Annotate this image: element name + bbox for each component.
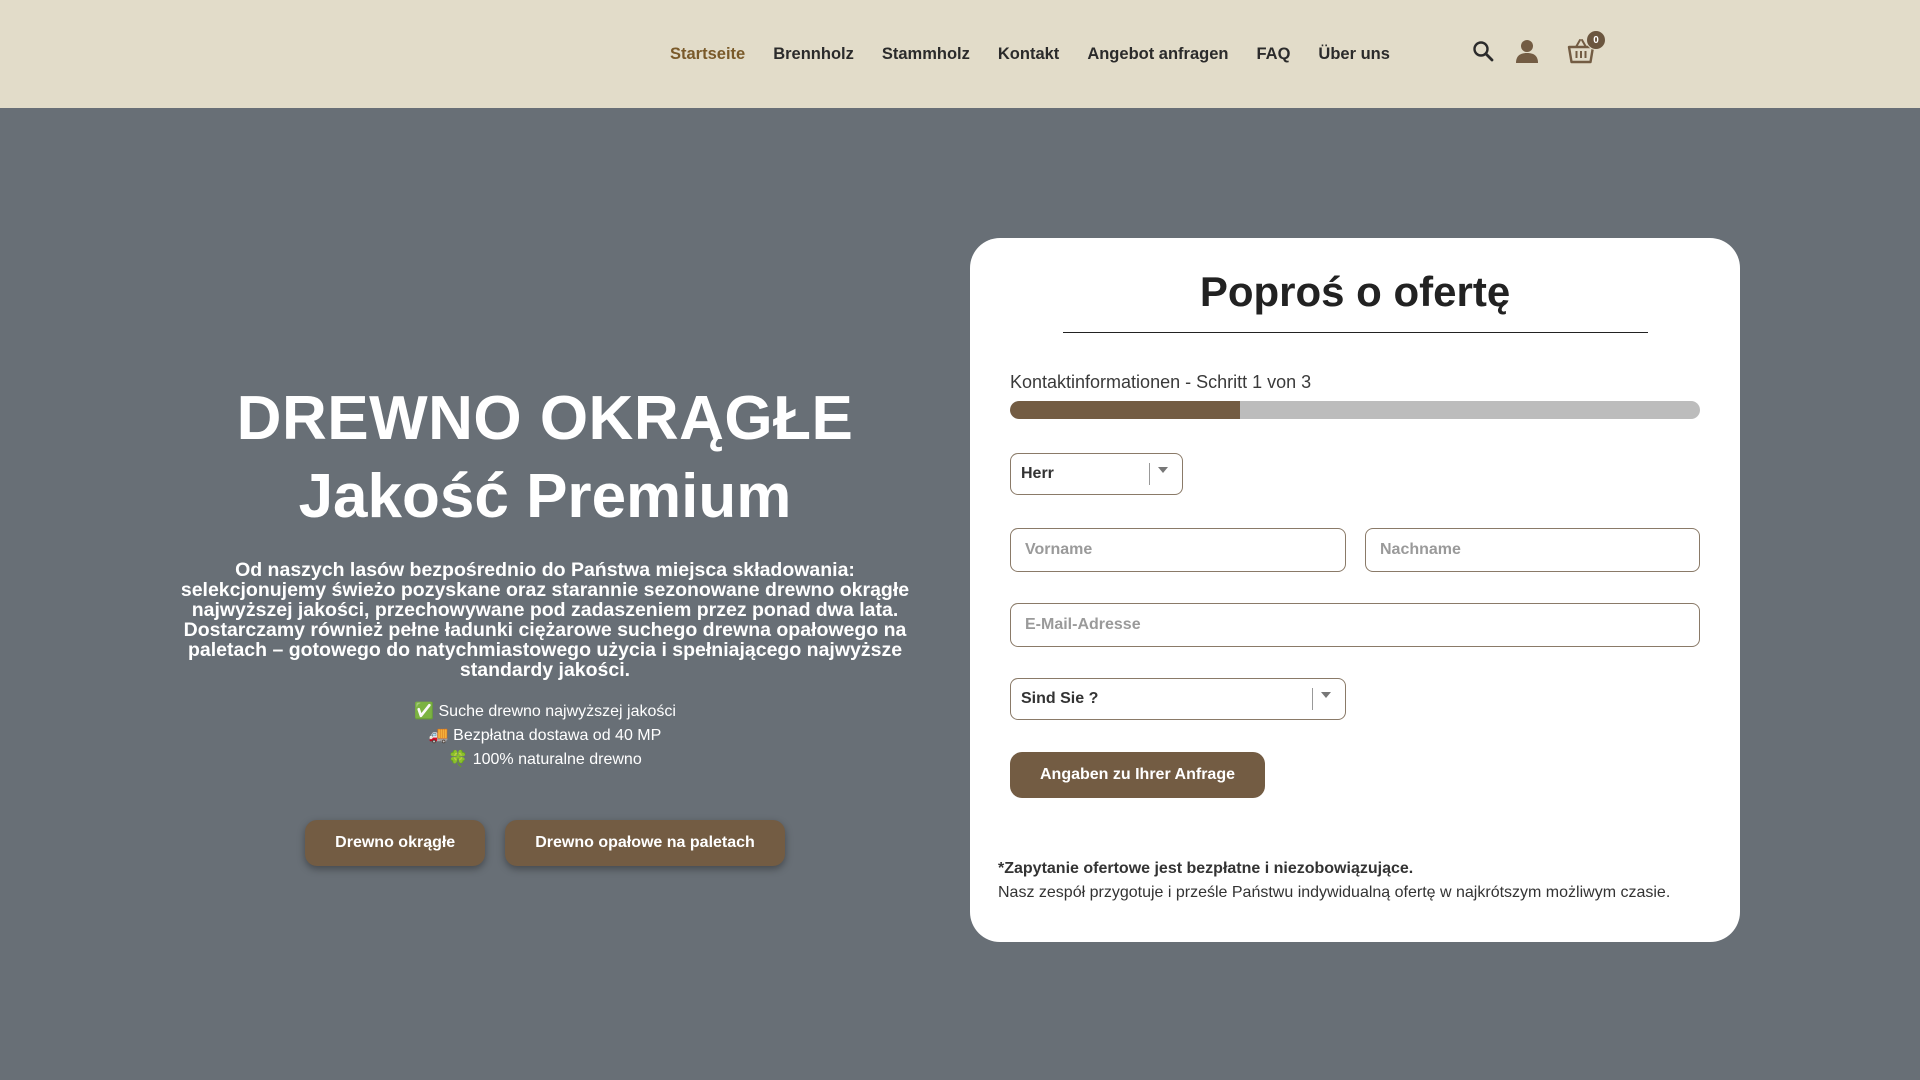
salutation-value: Herr [1021, 465, 1054, 482]
chevron-down-icon [1158, 467, 1168, 473]
nav-item-angebot-anfragen[interactable]: Angebot anfragen [1087, 45, 1228, 64]
free-quote-note: *Zapytanie ofertowe jest bezpłatne i nie… [998, 860, 1414, 877]
hero-buttons: Drewno okrągłe Drewno opałowe na paletac… [160, 820, 930, 866]
feature-item: ✅ Suche drewno najwyższej jakości [160, 700, 930, 724]
lastname-field[interactable] [1365, 528, 1700, 572]
hero-title: DREWNO OKRĄGŁE [236, 384, 854, 453]
customer-type-value: Sind Sie ? [1021, 690, 1099, 707]
hero-section: DREWNO OKRĄGŁE Jakość Premium Od naszych… [160, 380, 930, 866]
step-label: Kontaktinformationen - Schritt 1 von 3 [1010, 372, 1312, 392]
nav-item-stammholz[interactable]: Stammholz [882, 45, 970, 64]
progress-fill [1010, 401, 1240, 419]
nav-item-startseite[interactable]: Startseite [670, 45, 745, 64]
cart-button[interactable]: 0 [1566, 30, 1606, 66]
form-title: Poproś o ofertę [1199, 268, 1511, 315]
next-step-button[interactable]: Angaben zu Ihrer Anfrage [1010, 752, 1265, 798]
firstname-field[interactable] [1010, 528, 1346, 572]
feature-text: Bezpłatna dostawa od 40 MP [453, 727, 662, 744]
feature-list: ✅ Suche drewno najwyższej jakości 🚚 Bezp… [160, 700, 930, 772]
email-field[interactable] [1010, 603, 1700, 647]
nav-item-brennholz[interactable]: Brennholz [773, 45, 854, 64]
nav-item-kontakt[interactable]: Kontakt [998, 45, 1059, 64]
truck-icon: 🚚 [428, 727, 449, 744]
feature-text: 100% naturalne drewno [472, 751, 642, 768]
salutation-select[interactable]: Herr [1010, 453, 1183, 495]
response-note: Nasz zespół przygotuje i prześle Państwu… [998, 884, 1671, 901]
progress-bar [1010, 401, 1700, 419]
pallet-wood-button[interactable]: Drewno opałowe na paletach [505, 820, 785, 866]
feature-item: 🚚 Bezpłatna dostawa od 40 MP [160, 724, 930, 748]
user-icon[interactable] [1512, 36, 1542, 66]
feature-text: Suche drewno najwyższej jakości [438, 703, 676, 720]
nav-item-ueber-uns[interactable]: Über uns [1318, 45, 1390, 64]
select-separator [1149, 463, 1150, 485]
cart-count-badge: 0 [1586, 30, 1606, 50]
chevron-down-icon [1321, 692, 1331, 698]
site-header: Startseite Brennholz Stammholz Kontakt A… [0, 0, 1920, 108]
quote-form-card: Poproś o ofertę Kontaktinformationen - S… [970, 238, 1740, 942]
select-separator [1312, 688, 1313, 710]
hero-description: Od naszych lasów bezpośrednio do Państwa… [180, 559, 910, 681]
nav-item-faq[interactable]: FAQ [1256, 45, 1290, 64]
clover-icon: 🍀 [448, 751, 469, 768]
check-icon: ✅ [414, 703, 434, 720]
hero-subtitle: Jakość Premium [298, 462, 792, 531]
main-nav: Startseite Brennholz Stammholz Kontakt A… [670, 0, 1418, 108]
customer-type-select[interactable]: Sind Sie ? [1010, 678, 1346, 720]
title-divider [1063, 332, 1648, 333]
round-wood-button[interactable]: Drewno okrągłe [305, 820, 486, 866]
search-icon[interactable] [1468, 36, 1498, 66]
feature-item: 🍀 100% naturalne drewno [160, 748, 930, 772]
